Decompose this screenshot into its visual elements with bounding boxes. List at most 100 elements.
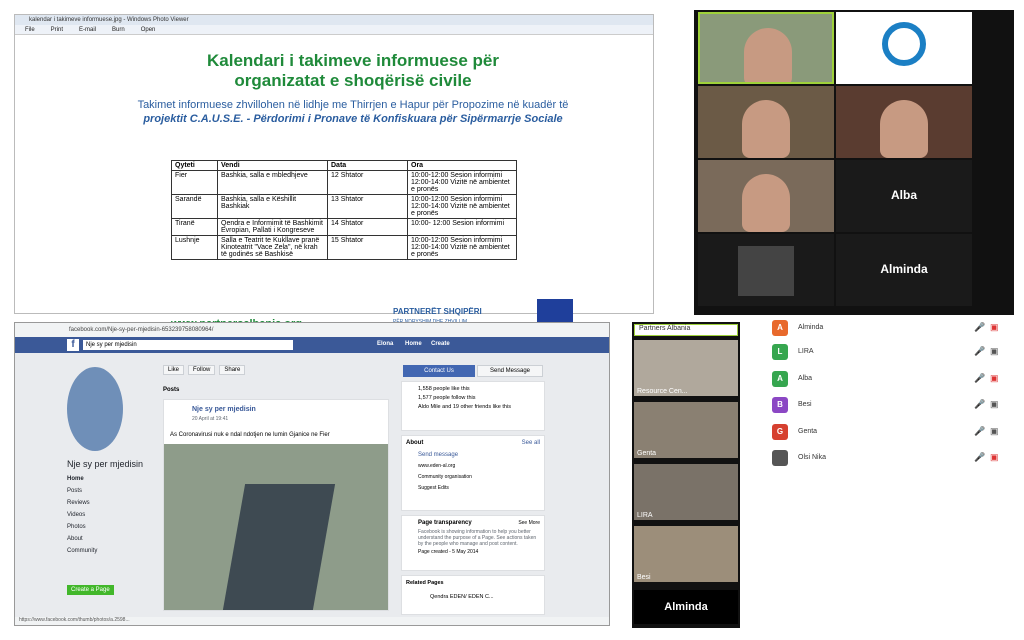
menu-burn[interactable]: Burn bbox=[112, 25, 125, 34]
mic-icon[interactable]: 🎤 bbox=[974, 373, 985, 384]
participant-row[interactable]: A Alba 🎤 ▣ bbox=[770, 369, 1010, 389]
about-category[interactable]: Community organisation bbox=[406, 474, 540, 480]
see-all-link[interactable]: See all bbox=[522, 440, 540, 446]
sidebar-item-photos[interactable]: Photos bbox=[67, 521, 147, 533]
page-created: Page created - 5 May 2014 bbox=[418, 549, 479, 555]
participant-row[interactable]: A Alminda 🎤 ▣ bbox=[770, 318, 1010, 338]
about-website[interactable]: www.eden-al.org bbox=[406, 463, 540, 469]
avatar: A bbox=[772, 370, 788, 387]
camera-icon[interactable]: ▣ bbox=[990, 373, 999, 384]
video-tile[interactable]: Besi bbox=[634, 526, 738, 582]
doc-sub-1: Takimet informuese zhvillohen në lidhje … bbox=[137, 99, 569, 111]
page-avatar[interactable] bbox=[67, 367, 123, 451]
create-page-button[interactable]: Create a Page bbox=[67, 585, 114, 595]
video-tile[interactable]: Resource Cen... bbox=[634, 340, 738, 396]
video-tile[interactable] bbox=[698, 234, 834, 306]
follow-button[interactable]: Follow bbox=[188, 365, 216, 375]
menu-print[interactable]: Print bbox=[51, 25, 63, 34]
camera-icon[interactable]: ▣ bbox=[990, 346, 999, 357]
video-tile[interactable] bbox=[698, 12, 834, 84]
sidebar-item-reviews[interactable]: Reviews bbox=[67, 497, 147, 509]
video-tile[interactable] bbox=[836, 86, 972, 158]
video-tile[interactable]: Alminda bbox=[836, 234, 972, 306]
related-title: Related Pages bbox=[406, 580, 444, 586]
sidebar-item-about[interactable]: About bbox=[67, 533, 147, 545]
avatar: L bbox=[772, 344, 788, 360]
cell: 10:00- 12:00 Sesion informimi bbox=[407, 218, 517, 236]
post-author[interactable]: Nje sy per mjedisin bbox=[192, 406, 256, 413]
related-pages-card: Related Pages Qendra EDEN/ EDEN C... bbox=[401, 575, 545, 615]
mic-icon[interactable]: 🎤 bbox=[974, 322, 985, 333]
nav-home[interactable]: Home bbox=[405, 341, 422, 347]
like-button[interactable]: Like bbox=[163, 365, 185, 375]
doc-title-2: organizatat e shoqërisë civile bbox=[234, 71, 472, 90]
table-row: Lushnje Salla e Teatrit te Kukllave pranë… bbox=[171, 235, 517, 260]
doc-title-1: Kalendari i takimeve informuese për bbox=[207, 51, 499, 70]
post-date[interactable]: 20 April at 19:41 bbox=[192, 416, 228, 422]
camera-icon[interactable]: ▣ bbox=[990, 399, 999, 410]
nav-create[interactable]: Create bbox=[431, 341, 450, 347]
transparency-text: Facebook is showing information to help … bbox=[418, 529, 537, 547]
video-tile[interactable]: Alba bbox=[836, 160, 972, 232]
menu-email[interactable]: E-mail bbox=[79, 25, 96, 34]
about-suggest[interactable]: Suggest Edits bbox=[406, 485, 540, 491]
video-tile[interactable] bbox=[698, 86, 834, 158]
fb-search-input[interactable]: Nje sy per mjedisin bbox=[83, 340, 293, 350]
participant-row[interactable]: G Genta 🎤 ▣ bbox=[770, 422, 1010, 442]
nav-profile[interactable]: Elona bbox=[377, 341, 393, 347]
follows-count: 1,577 people follow this bbox=[418, 395, 476, 401]
cell: Sarandë bbox=[171, 194, 218, 219]
friends-like[interactable]: Aldo Mile and 19 other friends like this bbox=[418, 404, 540, 410]
transparency-card: Page transparency See More Facebook is s… bbox=[401, 515, 545, 571]
cell: Qendra e Informimit të Bashkimit Evropia… bbox=[217, 218, 328, 236]
strip-top-label: Partners Albania bbox=[634, 324, 738, 336]
river-shape bbox=[222, 484, 336, 610]
video-tile[interactable]: LIRA bbox=[634, 464, 738, 520]
about-send[interactable]: Send message bbox=[406, 452, 540, 458]
share-button[interactable]: Share bbox=[219, 365, 246, 375]
camera-icon[interactable]: ▣ bbox=[990, 322, 999, 333]
address-bar[interactable]: facebook.com/Nje-sy-per-mjedisin-6532397… bbox=[15, 323, 609, 337]
table-row: Sarandë Bashkia, salla e Këshillit Bashki… bbox=[171, 194, 517, 219]
video-tile[interactable] bbox=[698, 160, 834, 232]
participant-video bbox=[742, 100, 790, 158]
participant-row[interactable]: B Besi 🎤 ▣ bbox=[770, 395, 1010, 415]
see-more-link[interactable]: See More bbox=[518, 520, 540, 526]
sidebar-item-videos[interactable]: Videos bbox=[67, 509, 147, 521]
related-item[interactable]: Qendra EDEN/ EDEN C... bbox=[406, 594, 540, 600]
mic-icon[interactable]: 🎤 bbox=[974, 399, 985, 410]
participant-video bbox=[744, 28, 792, 82]
mic-icon[interactable]: 🎤 bbox=[974, 452, 985, 463]
calendar-table: Qyteti Vendi Data Ora Fier Bashkia, salla… bbox=[171, 160, 517, 260]
th-time: Ora bbox=[407, 160, 517, 171]
cell: 10:00-12:00 Sesion informimi 12:00-14:00… bbox=[407, 170, 517, 195]
page-stats: 1,558 people like this 1,577 people foll… bbox=[401, 381, 545, 431]
participant-name: Alminda bbox=[798, 324, 824, 331]
post-photo[interactable] bbox=[164, 444, 388, 610]
menu-file[interactable]: File bbox=[25, 25, 35, 34]
video-tile[interactable] bbox=[836, 12, 972, 84]
camera-icon[interactable]: ▣ bbox=[990, 426, 999, 437]
participant-name: Besi bbox=[798, 401, 812, 408]
strip-bottom-tile[interactable]: Alminda bbox=[634, 590, 738, 624]
facebook-logo-icon[interactable]: f bbox=[67, 339, 79, 351]
participant-row[interactable]: L LIRA 🎤 ▣ bbox=[770, 342, 1010, 362]
org-logo-icon bbox=[882, 22, 926, 66]
cell: 14 Shtator bbox=[327, 218, 408, 236]
page-name: Nje sy per mjedisin bbox=[67, 459, 144, 469]
transparency-title: Page transparency bbox=[418, 520, 472, 526]
menu-open[interactable]: Open bbox=[141, 25, 156, 34]
contact-us-button[interactable]: Contact Us bbox=[403, 365, 475, 377]
camera-icon[interactable]: ▣ bbox=[990, 452, 999, 463]
send-message-button[interactable]: Send Message bbox=[477, 365, 543, 377]
avatar: A bbox=[772, 320, 788, 336]
logo-text: PARTNERËT SHQIPËRI bbox=[393, 307, 482, 316]
video-tile[interactable]: Genta bbox=[634, 402, 738, 458]
sidebar-item-community[interactable]: Community bbox=[67, 545, 147, 557]
participant-row[interactable]: Olsi Nika 🎤 ▣ bbox=[770, 448, 1010, 468]
cell: Lushnje bbox=[171, 235, 218, 260]
sidebar-item-home[interactable]: Home bbox=[67, 473, 147, 485]
sidebar-item-posts[interactable]: Posts bbox=[67, 485, 147, 497]
mic-icon[interactable]: 🎤 bbox=[974, 426, 985, 437]
mic-icon[interactable]: 🎤 bbox=[974, 346, 985, 357]
